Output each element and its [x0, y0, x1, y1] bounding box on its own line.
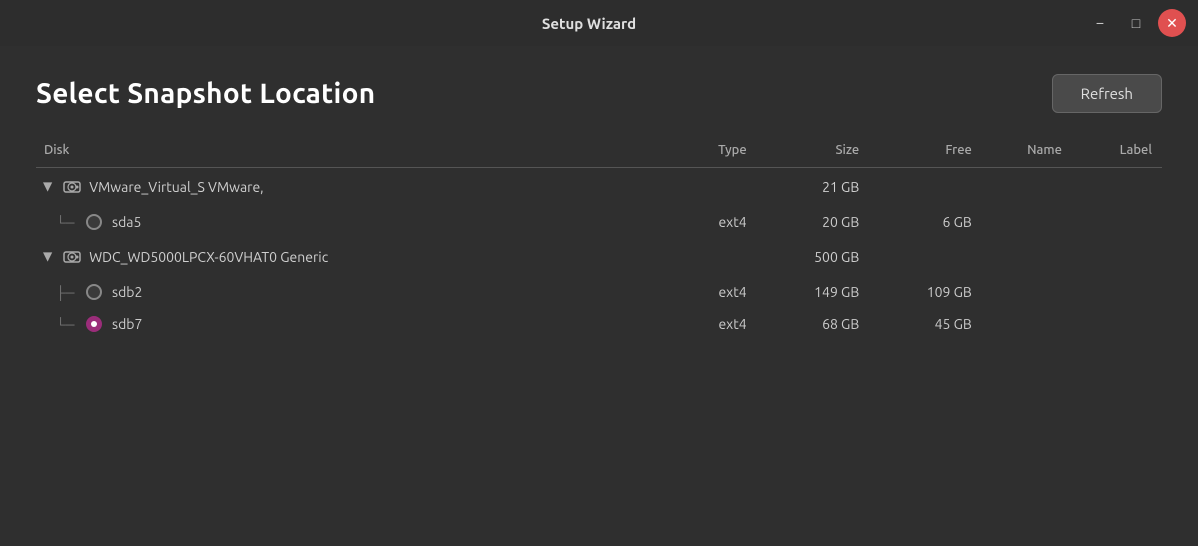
disk-size-cell: 21 GB	[757, 168, 870, 207]
partition-name-col-cell	[982, 276, 1072, 308]
tree-branch-icon: └─	[56, 215, 78, 230]
disk-drive-icon	[61, 246, 83, 268]
partition-label-col-cell	[1072, 276, 1162, 308]
radio-button[interactable]	[86, 316, 102, 332]
maximize-button[interactable]: □	[1122, 9, 1150, 37]
col-header-label: Label	[1072, 133, 1162, 168]
partition-size-cell: 20 GB	[757, 206, 870, 238]
col-header-size: Size	[757, 133, 870, 168]
disk-table: Disk Type Size Free Name Label ▶	[36, 133, 1162, 340]
table-row[interactable]: └─ sda5 ext4 20 GB 6 GB	[36, 206, 1162, 238]
tree-branch-icon: ├─	[56, 285, 78, 300]
partition-size-cell: 68 GB	[757, 308, 870, 340]
partition-name-label: sdb7	[112, 316, 142, 332]
close-button[interactable]: ✕	[1158, 9, 1186, 37]
partition-free-cell: 45 GB	[869, 308, 982, 340]
col-header-type: Type	[667, 133, 757, 168]
col-header-free: Free	[869, 133, 982, 168]
col-header-name: Name	[982, 133, 1072, 168]
partition-name-col-cell	[982, 308, 1072, 340]
expand-arrow-icon: ▶	[42, 252, 56, 261]
page-title: Select Snapshot Location	[36, 78, 375, 109]
partition-name-col-cell	[982, 206, 1072, 238]
tree-branch-icon: └─	[56, 317, 78, 332]
disk-type-cell	[667, 238, 757, 276]
partition-name-cell: └─ sdb7	[36, 308, 667, 340]
partition-label-col-cell	[1072, 308, 1162, 340]
refresh-button[interactable]: Refresh	[1052, 74, 1162, 113]
table-row: ▶ WDC_WD5000LPCX-60VHAT0 Generic 500 GB	[36, 238, 1162, 276]
titlebar: Setup Wizard − □ ✕	[0, 0, 1198, 46]
partition-name-cell: ├─ sdb2	[36, 276, 667, 308]
table-header: Disk Type Size Free Name Label	[36, 133, 1162, 168]
disk-name-col-cell	[982, 168, 1072, 207]
disk-label-col-cell	[1072, 238, 1162, 276]
expand-arrow-icon: ▶	[42, 182, 56, 191]
disk-free-cell	[869, 238, 982, 276]
partition-name-label: sda5	[112, 214, 141, 230]
radio-button[interactable]	[86, 284, 102, 300]
disk-size-cell: 500 GB	[757, 238, 870, 276]
table-row[interactable]: ├─ sdb2 ext4 149 GB 109 GB	[36, 276, 1162, 308]
partition-type-cell: ext4	[667, 206, 757, 238]
partition-type-cell: ext4	[667, 276, 757, 308]
table-row[interactable]: └─ sdb7 ext4 68 GB 45 GB	[36, 308, 1162, 340]
partition-free-cell: 109 GB	[869, 276, 982, 308]
disk-label-col-cell	[1072, 168, 1162, 207]
radio-button[interactable]	[86, 214, 102, 230]
col-header-disk: Disk	[36, 133, 667, 168]
disk-type-cell	[667, 168, 757, 207]
disk-name-label: VMware_Virtual_S VMware,	[89, 179, 263, 195]
partition-size-cell: 149 GB	[757, 276, 870, 308]
partition-name-cell: └─ sda5	[36, 206, 667, 238]
header-row: Select Snapshot Location Refresh	[36, 74, 1162, 113]
disk-name-cell: ▶ VMware_Virtual_S VMware,	[36, 168, 667, 207]
disk-free-cell	[869, 168, 982, 207]
disk-name-col-cell	[982, 238, 1072, 276]
partition-type-cell: ext4	[667, 308, 757, 340]
window-controls: − □ ✕	[1086, 9, 1186, 37]
partition-free-cell: 6 GB	[869, 206, 982, 238]
minimize-button[interactable]: −	[1086, 9, 1114, 37]
disk-name-cell: ▶ WDC_WD5000LPCX-60VHAT0 Generic	[36, 238, 667, 276]
partition-name-label: sdb2	[112, 284, 142, 300]
table-row: ▶ VMware_Virtual_S VMware, 21 GB	[36, 168, 1162, 207]
disk-name-label: WDC_WD5000LPCX-60VHAT0 Generic	[89, 249, 328, 265]
partition-label-col-cell	[1072, 206, 1162, 238]
main-content: Select Snapshot Location Refresh Disk Ty…	[0, 46, 1198, 546]
table-body: ▶ VMware_Virtual_S VMware, 21 GB └─	[36, 168, 1162, 341]
disk-drive-icon	[61, 176, 83, 198]
window-title: Setup Wizard	[92, 15, 1086, 32]
